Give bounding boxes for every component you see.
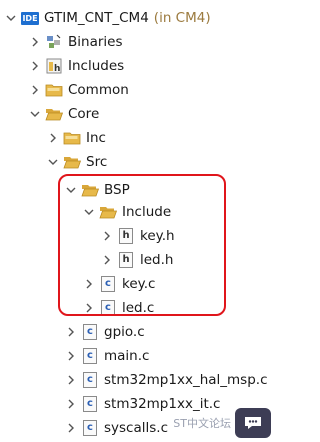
chevron-right-icon[interactable] <box>64 397 78 411</box>
chevron-right-icon[interactable] <box>100 229 114 243</box>
c-file-badge: c <box>101 276 115 292</box>
tree-item-label: Common <box>68 82 129 98</box>
tree-item-src[interactable]: Src <box>0 150 320 174</box>
chevron-right-icon[interactable] <box>46 131 60 145</box>
includes-icon: h <box>45 57 63 75</box>
tree-item-led-h[interactable]: h led.h <box>0 248 320 272</box>
project-name: GTIM_CNT_CM4 <box>44 10 149 26</box>
c-file-badge: c <box>83 324 97 340</box>
tree-item-hal-msp-c[interactable]: c stm32mp1xx_hal_msp.c <box>0 368 320 392</box>
project-explorer-tree: IDE GTIM_CNT_CM4 (in CM4) Binaries h Inc… <box>0 0 277 442</box>
tree-item-includes[interactable]: h Includes <box>0 54 305 78</box>
c-file-badge: c <box>83 420 97 436</box>
tree-item-label: main.c <box>104 348 150 364</box>
project-root-row[interactable]: IDE GTIM_CNT_CM4 (in CM4) <box>0 6 281 30</box>
tree-item-label: Binaries <box>68 34 123 50</box>
tree-item-label: gpio.c <box>104 324 145 340</box>
tree-item-key-c[interactable]: c key.c <box>0 272 320 296</box>
tree-item-common[interactable]: Common <box>0 78 305 102</box>
folder-icon <box>45 81 63 99</box>
binaries-icon <box>45 33 63 51</box>
tree-item-key-h[interactable]: h key.h <box>0 224 320 248</box>
chevron-right-icon[interactable] <box>28 83 42 97</box>
watermark-text: ST中文论坛 <box>173 417 231 430</box>
folder-open-icon <box>63 153 81 171</box>
tree-item-label: led.c <box>122 300 155 316</box>
tree-item-led-c[interactable]: c led.c <box>0 296 320 320</box>
chevron-down-icon[interactable] <box>82 205 96 219</box>
tree-item-inc[interactable]: Inc <box>0 126 320 150</box>
tree-item-label: Core <box>68 106 100 122</box>
c-file-badge: c <box>83 372 97 388</box>
tree-item-label: Inc <box>86 130 106 146</box>
tree-item-syscalls-c[interactable]: c syscalls.c <box>0 416 320 440</box>
tree-item-binaries[interactable]: Binaries <box>0 30 305 54</box>
folder-icon <box>63 129 81 147</box>
header-file-badge: h <box>119 228 133 244</box>
ide-badge: IDE <box>21 11 39 25</box>
tree-item-core[interactable]: Core <box>0 102 305 126</box>
tree-item-label: BSP <box>104 182 130 198</box>
tree-item-label: led.h <box>140 252 174 268</box>
c-file-icon: c <box>99 299 117 317</box>
tree-item-main-c[interactable]: c main.c <box>0 344 320 368</box>
chat-bubble-icon <box>235 408 271 438</box>
c-file-icon: c <box>81 419 99 437</box>
tree-item-label: Includes <box>68 58 125 74</box>
chevron-right-icon[interactable] <box>64 373 78 387</box>
svg-text:h: h <box>54 64 60 74</box>
c-file-icon: c <box>81 323 99 341</box>
header-file-badge: h <box>119 252 133 268</box>
chevron-down-icon[interactable] <box>4 11 18 25</box>
tree-item-label: syscalls.c <box>104 420 168 436</box>
chevron-down-icon[interactable] <box>28 107 42 121</box>
chevron-right-icon[interactable] <box>64 421 78 435</box>
tree-item-bsp[interactable]: BSP <box>0 178 320 202</box>
chevron-right-icon[interactable] <box>82 301 96 315</box>
tree-item-gpio-c[interactable]: c gpio.c <box>0 320 320 344</box>
chevron-right-icon[interactable] <box>28 35 42 49</box>
chevron-down-icon[interactable] <box>64 183 78 197</box>
c-file-badge: c <box>83 348 97 364</box>
folder-open-icon <box>99 203 117 221</box>
c-file-icon: c <box>81 395 99 413</box>
header-file-icon: h <box>117 251 135 269</box>
chevron-right-icon[interactable] <box>100 253 114 267</box>
tree-item-label: Include <box>122 204 172 220</box>
tree-item-label: stm32mp1xx_hal_msp.c <box>104 372 268 388</box>
folder-open-icon <box>81 181 99 199</box>
c-file-badge: c <box>101 300 115 316</box>
chevron-right-icon[interactable] <box>82 277 96 291</box>
tree-item-it-c[interactable]: c stm32mp1xx_it.c <box>0 392 320 416</box>
header-file-icon: h <box>117 227 135 245</box>
tree-item-label: key.c <box>122 276 156 292</box>
folder-open-icon <box>45 105 63 123</box>
ide-project-icon: IDE <box>21 9 39 27</box>
chevron-down-icon[interactable] <box>46 155 60 169</box>
c-file-icon: c <box>81 347 99 365</box>
c-file-badge: c <box>83 396 97 412</box>
chevron-right-icon[interactable] <box>28 59 42 73</box>
tree-item-label: key.h <box>140 228 175 244</box>
project-context: (in CM4) <box>153 10 211 26</box>
tree-item-label: Src <box>86 154 108 170</box>
tree-item-include[interactable]: Include <box>0 200 320 224</box>
c-file-icon: c <box>81 371 99 389</box>
watermark: ST中文论坛 <box>173 408 271 438</box>
c-file-icon: c <box>99 275 117 293</box>
chevron-right-icon[interactable] <box>64 349 78 363</box>
chevron-right-icon[interactable] <box>64 325 78 339</box>
